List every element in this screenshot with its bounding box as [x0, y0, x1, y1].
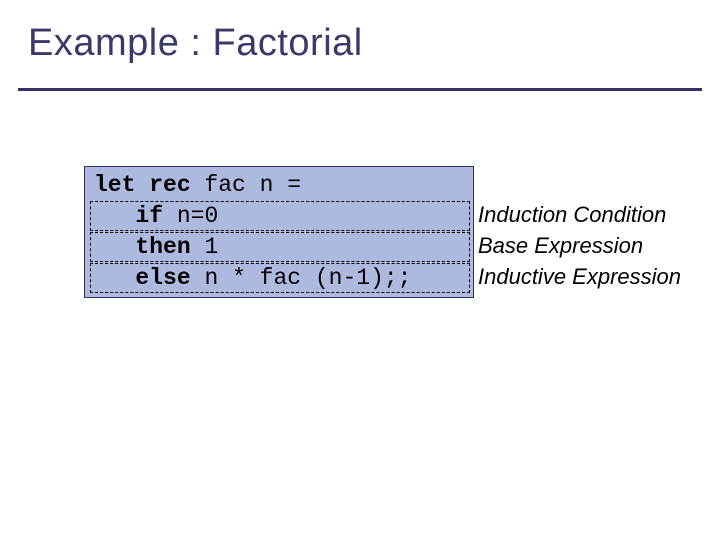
highlight-box-condition: [90, 201, 470, 231]
code-text: fac n =: [191, 172, 301, 198]
keyword-let-rec: let rec: [94, 172, 191, 198]
annotation-condition: Induction Condition: [478, 202, 666, 228]
annotation-base: Base Expression: [478, 233, 643, 259]
highlight-box-inductive: [90, 263, 470, 293]
annotation-inductive: Inductive Expression: [478, 264, 681, 290]
slide: Example : Factorial let rec fac n = if n…: [0, 0, 720, 540]
slide-title: Example : Factorial: [28, 22, 363, 65]
title-underline: [18, 88, 702, 91]
code-line-1: let rec fac n =: [94, 172, 301, 198]
highlight-box-base: [90, 232, 470, 262]
